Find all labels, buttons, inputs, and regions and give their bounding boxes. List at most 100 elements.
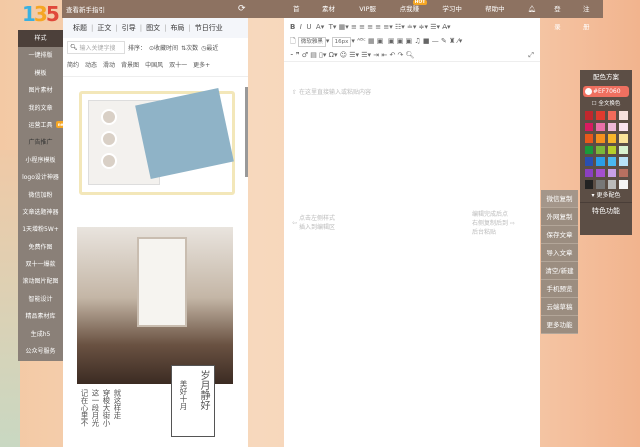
tab-festival[interactable]: 节日行业 bbox=[191, 23, 227, 33]
color-swatch[interactable] bbox=[608, 169, 617, 178]
new-user-guide-link[interactable]: 查看新手指引 bbox=[66, 4, 105, 14]
color-swatch[interactable] bbox=[619, 180, 628, 189]
sidebar-item[interactable]: 免费作图 bbox=[18, 239, 63, 256]
color-swatch[interactable] bbox=[608, 111, 617, 120]
color-swatch[interactable] bbox=[619, 134, 628, 143]
cloud-draft-button[interactable]: 云端草稿 bbox=[541, 298, 578, 316]
refresh-icon[interactable]: ⟳ bbox=[238, 4, 246, 14]
logo[interactable]: 135 bbox=[22, 2, 58, 28]
color-swatch[interactable] bbox=[608, 157, 617, 166]
color-swatch[interactable] bbox=[596, 180, 605, 189]
color-swatch[interactable] bbox=[608, 123, 617, 132]
sidebar-item-label: 小程序模板 bbox=[25, 157, 55, 164]
sidebar-item[interactable]: 1天增粉5W+ bbox=[18, 221, 63, 238]
category-double11[interactable]: 双十一 bbox=[169, 60, 187, 69]
register-link[interactable]: 注册 bbox=[574, 0, 603, 18]
toolbar-row-1[interactable]: B I U A▾ T▾ ▦▾ ≡ ≡ ≡ ≡ ≡▾ ☷▾ ≐▾ ≑▾ ☰▾ A̶… bbox=[290, 20, 534, 34]
nav-help[interactable]: 帮助中心▾ bbox=[476, 0, 519, 18]
sidebar-item[interactable]: 一键排版 bbox=[18, 47, 63, 64]
color-swatch[interactable] bbox=[596, 134, 605, 143]
style-card-cat-photo[interactable] bbox=[77, 227, 233, 384]
mobile-preview-button[interactable]: 手机预览 bbox=[541, 280, 578, 298]
fullscreen-icon[interactable]: ⤢ bbox=[528, 48, 534, 62]
size-select[interactable]: 16px bbox=[332, 37, 352, 47]
import-article-button[interactable]: 导入文章 bbox=[541, 244, 578, 262]
font-select[interactable]: 微软雅黑 bbox=[298, 37, 326, 47]
sidebar-item[interactable]: 小程序模板 bbox=[18, 152, 63, 169]
tab-layout[interactable]: 布局 bbox=[166, 23, 188, 33]
color-swatch[interactable] bbox=[619, 111, 628, 120]
sidebar-item[interactable]: 我的文章 bbox=[18, 100, 63, 117]
editor-placeholder[interactable]: ⇧ 在这里直接输入或粘贴内容 bbox=[292, 88, 371, 97]
sidebar-item[interactable]: 精品素材库 bbox=[18, 308, 63, 325]
color-swatch[interactable] bbox=[619, 157, 628, 166]
color-swatch[interactable] bbox=[585, 134, 594, 143]
color-swatch[interactable] bbox=[608, 146, 617, 155]
category-background[interactable]: 背景图 bbox=[121, 60, 139, 69]
sidebar-item[interactable]: logo设计神器 bbox=[18, 169, 63, 186]
color-swatch[interactable] bbox=[608, 180, 617, 189]
color-swatch[interactable] bbox=[596, 146, 605, 155]
color-swatch[interactable] bbox=[585, 146, 594, 155]
color-swatch[interactable] bbox=[619, 123, 628, 132]
category-animated[interactable]: 动态 bbox=[85, 60, 97, 69]
sort-count[interactable]: ⇅次数 bbox=[181, 43, 198, 52]
sidebar-item[interactable]: 双十一爆款 bbox=[18, 256, 63, 273]
category-more[interactable]: 更多+ bbox=[193, 60, 210, 69]
sort-recent[interactable]: ◷最近 bbox=[201, 43, 218, 52]
category-simple[interactable]: 简约 bbox=[67, 60, 79, 69]
tab-body[interactable]: 正文 bbox=[93, 23, 115, 33]
clear-new-button[interactable]: 清空/新建 bbox=[541, 262, 578, 280]
search-input[interactable]: 🔍︎ 输入关键字搜 bbox=[67, 41, 125, 54]
color-swatch[interactable] bbox=[585, 111, 594, 120]
tab-title[interactable]: 标题 bbox=[69, 23, 91, 33]
scrollbar[interactable] bbox=[245, 87, 248, 177]
sidebar-item[interactable]: 样式 bbox=[18, 30, 63, 47]
nav-learn[interactable]: 学习中心▾ bbox=[433, 0, 476, 18]
color-hex-input[interactable]: #EF7060 bbox=[583, 86, 629, 97]
nav-earn[interactable]: HOT点我赚钱▾ bbox=[391, 0, 434, 18]
sort-fav-time[interactable]: ⊙收藏时间 bbox=[149, 43, 178, 52]
sidebar-item[interactable]: 运营工具new bbox=[18, 117, 63, 134]
color-swatch[interactable] bbox=[608, 134, 617, 143]
special-features-button[interactable]: 特色功能 bbox=[580, 202, 632, 219]
category-slide[interactable]: 滑动 bbox=[103, 60, 115, 69]
color-swatch[interactable] bbox=[585, 169, 594, 178]
sidebar-item[interactable]: 模板 bbox=[18, 65, 63, 82]
color-swatch[interactable] bbox=[619, 146, 628, 155]
sidebar-item[interactable]: 公众号服务 bbox=[18, 343, 63, 360]
sidebar-item[interactable]: 广告推广 bbox=[18, 134, 63, 151]
toolbar-row-3[interactable]: ⁃ ❞ ♂ ▤ ▯▾ Ω▾ ☺ ☰▾ ☰▾ ⇥ ⇤ ↶ ↷ 🔍︎ ⤢ bbox=[290, 48, 534, 62]
more-features-button[interactable]: 更多功能 bbox=[541, 316, 578, 334]
category-chinese[interactable]: 中国风 bbox=[145, 60, 163, 69]
full-text-recolor-checkbox[interactable]: ☐ 全文换色 bbox=[580, 98, 632, 110]
more-colors-button[interactable]: ▾ 更多配色 bbox=[580, 190, 632, 202]
nav-home[interactable]: 首页 bbox=[284, 0, 313, 18]
sidebar-item[interactable]: 文章选题神器 bbox=[18, 204, 63, 221]
sidebar-item[interactable]: 滚动图片配图 bbox=[18, 273, 63, 290]
color-swatch[interactable] bbox=[585, 180, 594, 189]
color-swatch[interactable] bbox=[596, 169, 605, 178]
tab-image-text[interactable]: 图文 bbox=[142, 23, 164, 33]
bell-icon[interactable]: 🔔︎ bbox=[519, 0, 545, 18]
nav-vip[interactable]: VIP服务▾ bbox=[350, 0, 390, 18]
color-swatch[interactable] bbox=[596, 111, 605, 120]
nav-materials[interactable]: 素材库▾ bbox=[313, 0, 350, 18]
style-card-mooncake[interactable] bbox=[79, 91, 235, 195]
external-copy-button[interactable]: 外网复制 bbox=[541, 208, 578, 226]
save-article-button[interactable]: 保存文章 bbox=[541, 226, 578, 244]
color-swatch[interactable] bbox=[585, 157, 594, 166]
login-link[interactable]: 登录 bbox=[545, 0, 574, 18]
sidebar-item[interactable]: 智能设计 bbox=[18, 291, 63, 308]
wechat-copy-button[interactable]: 微信复制 bbox=[541, 190, 578, 208]
sidebar-item[interactable]: 微信加粉 bbox=[18, 187, 63, 204]
color-swatch[interactable] bbox=[596, 123, 605, 132]
color-swatch[interactable] bbox=[596, 157, 605, 166]
full-text-recolor-label: 全文换色 bbox=[598, 101, 620, 107]
color-swatch[interactable] bbox=[619, 169, 628, 178]
tab-guide[interactable]: 引导 bbox=[118, 23, 140, 33]
toolbar-row-2[interactable]: 🗋 微软雅黑▾ 16px▾ ᴬᴮᶜ ▦ ▣ ▣ ▣ ▣ ♫ ■ — ✎ ♜ ⁄▾ bbox=[290, 34, 534, 48]
sidebar-item[interactable]: 图片素材 bbox=[18, 82, 63, 99]
sidebar-item[interactable]: 生成h5 bbox=[18, 326, 63, 343]
color-swatch[interactable] bbox=[585, 123, 594, 132]
